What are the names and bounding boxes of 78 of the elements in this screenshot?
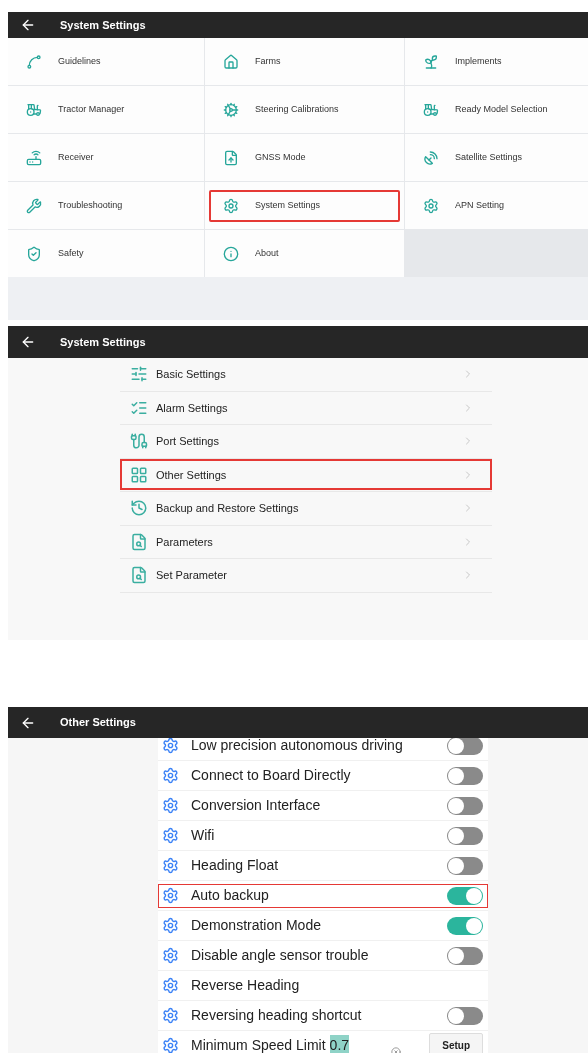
settings-icon bbox=[162, 797, 179, 814]
settings-icon bbox=[162, 1037, 179, 1053]
option-label: Low precision autonomous driving bbox=[191, 738, 403, 755]
document-search-icon bbox=[130, 532, 148, 551]
clear-icon[interactable] bbox=[391, 1046, 402, 1053]
toggle-switch[interactable] bbox=[447, 796, 483, 815]
option-label: Wifi bbox=[191, 826, 215, 845]
option-label: Disable angle sensor trouble bbox=[191, 946, 369, 965]
option-label: Connect to Board Directly bbox=[191, 766, 351, 785]
toggle-switch[interactable] bbox=[447, 766, 483, 785]
toggle-switch[interactable] bbox=[447, 826, 483, 845]
back-icon[interactable] bbox=[20, 17, 36, 33]
settings-icon bbox=[162, 1007, 179, 1024]
receiver-icon bbox=[26, 149, 42, 166]
settings-row[interactable]: Alarm Settings bbox=[120, 392, 492, 424]
settings-icon bbox=[162, 738, 179, 754]
settings-row[interactable]: Backup and Restore Settings bbox=[120, 492, 492, 524]
settings-icon bbox=[162, 977, 179, 994]
settings-icon bbox=[162, 947, 179, 964]
option-row[interactable]: Connect to Board Directly bbox=[158, 763, 488, 788]
sliders-icon bbox=[130, 365, 148, 384]
settings-icon bbox=[223, 197, 239, 214]
settings-row[interactable]: Other Settings bbox=[120, 459, 492, 491]
option-row[interactable]: Low precision autonomous driving bbox=[158, 738, 488, 758]
option-row[interactable]: Auto backup bbox=[158, 883, 488, 908]
option-row[interactable]: Disable angle sensor trouble bbox=[158, 943, 488, 968]
settings-row[interactable]: Basic Settings bbox=[120, 358, 492, 390]
settings-icon bbox=[162, 827, 179, 844]
settings-icon bbox=[162, 857, 179, 874]
settings-icon bbox=[162, 887, 179, 904]
setup-button[interactable]: Setup bbox=[429, 1032, 483, 1053]
menu-item[interactable]: System Settings bbox=[209, 189, 400, 222]
option-label: Auto backup bbox=[191, 886, 269, 905]
option-label: Reverse Heading bbox=[191, 976, 300, 995]
planter-icon bbox=[423, 53, 439, 70]
option-row[interactable]: Heading Float bbox=[158, 853, 488, 878]
value-field[interactable]: 0.7 bbox=[329, 1035, 350, 1053]
settings-icon bbox=[423, 197, 439, 214]
option-row[interactable]: Reversing heading shortcut bbox=[158, 1003, 488, 1028]
toggle-switch[interactable] bbox=[447, 1006, 483, 1025]
wrench-icon bbox=[26, 197, 42, 214]
option-label: Reversing heading shortcut bbox=[191, 1006, 362, 1025]
option-label: Conversion Interface bbox=[191, 796, 321, 815]
toggle-switch[interactable] bbox=[447, 856, 483, 875]
option-label: Minimum Speed Limit bbox=[191, 1036, 326, 1053]
option-row[interactable]: Demonstration Mode bbox=[158, 913, 488, 938]
option-row[interactable]: Wifi bbox=[158, 823, 488, 848]
option-row[interactable]: Reverse Heading bbox=[158, 973, 488, 998]
grid-icon bbox=[130, 465, 148, 484]
document-search-icon bbox=[130, 566, 148, 585]
option-label: Heading Float bbox=[191, 856, 279, 875]
settings-icon bbox=[162, 917, 179, 934]
house-icon bbox=[223, 53, 239, 70]
restore-icon bbox=[130, 499, 148, 518]
gears-icon bbox=[223, 101, 239, 118]
screen-title: System Settings bbox=[60, 17, 146, 33]
file-upload-icon bbox=[223, 149, 239, 166]
toggle-switch[interactable] bbox=[447, 916, 483, 935]
tractor-icon bbox=[423, 101, 439, 118]
option-row[interactable]: Minimum Speed Limit 0.7 Setup bbox=[158, 1033, 488, 1053]
curve-icon bbox=[26, 53, 42, 70]
settings-row[interactable]: Port Settings bbox=[120, 425, 492, 457]
info-icon bbox=[223, 245, 239, 262]
back-icon[interactable] bbox=[20, 334, 36, 350]
settings-row[interactable]: Parameters bbox=[120, 526, 492, 558]
settings-row[interactable]: Set Parameter bbox=[120, 559, 492, 591]
toggle-switch[interactable] bbox=[447, 886, 483, 905]
option-label: Demonstration Mode bbox=[191, 916, 321, 935]
settings-icon bbox=[162, 767, 179, 784]
shield-icon bbox=[26, 245, 42, 262]
port-icon bbox=[130, 432, 148, 451]
toggle-switch[interactable] bbox=[447, 946, 483, 965]
satellite-dish-icon bbox=[423, 149, 439, 166]
screen-title: Other Settings bbox=[60, 715, 136, 731]
screen-title: System Settings bbox=[60, 334, 146, 350]
tractor-icon bbox=[26, 101, 42, 118]
option-row[interactable]: Conversion Interface bbox=[158, 793, 488, 818]
toggle-switch[interactable] bbox=[447, 738, 483, 755]
